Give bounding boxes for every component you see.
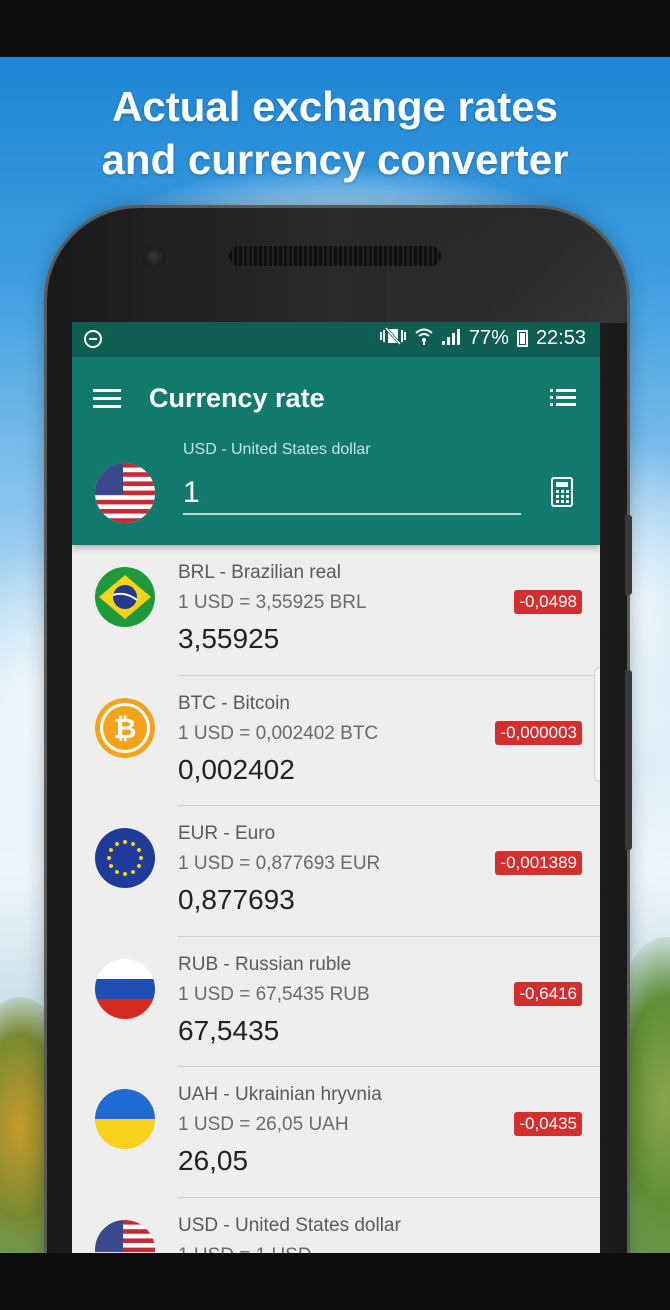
app-screen: 77% 22:53 Currency rate USD - United Sta…	[72, 322, 600, 1253]
front-camera	[143, 246, 165, 268]
app-bar: Currency rate USD - United States dollar	[72, 357, 600, 545]
app-title: Currency rate	[149, 383, 325, 413]
converted-value: 3,55925	[178, 623, 280, 654]
change-badge: -0,6416	[514, 981, 582, 1006]
currency-name: BTC - Bitcoin	[178, 692, 290, 714]
bottom-black-bar	[0, 1253, 670, 1310]
earpiece-speaker	[229, 246, 441, 266]
list-item[interactable]: ₿ BTC - Bitcoin 1 USD = 0,002402 BTC 0,0…	[72, 676, 600, 806]
change-badge: -0,0498	[514, 590, 582, 614]
promo-headline: Actual exchange rates and currency conve…	[0, 80, 670, 186]
bitcoin-icon: ₿	[95, 697, 155, 758]
currency-rate: 1 USD = 67,5435 RUB	[178, 983, 370, 1005]
calculator-icon[interactable]	[551, 477, 573, 507]
power-button	[625, 515, 632, 595]
promo-headline-line2: and currency converter	[101, 136, 569, 183]
currency-name: UAH - Ukrainian hryvnia	[178, 1084, 382, 1105]
converted-value: 0,877693	[178, 884, 295, 915]
amount-input[interactable]	[183, 473, 521, 515]
scroll-handle[interactable]	[594, 667, 600, 782]
signal-icon	[441, 327, 461, 350]
battery-icon	[516, 330, 528, 347]
converted-value: 67,5435	[178, 1014, 280, 1046]
currency-list: BRL - Brazilian real 1 USD = 3,55925 BRL…	[72, 545, 600, 1253]
currency-rate: 1 USD = 1 USD	[178, 1245, 312, 1254]
usa-flag-icon[interactable]	[95, 463, 155, 523]
currency-rate: 1 USD = 0,877693 EUR	[178, 853, 381, 874]
svg-text:₿: ₿	[114, 712, 137, 745]
list-item[interactable]: EUR - Euro 1 USD = 0,877693 EUR 0,877693…	[72, 806, 600, 937]
list-view-icon[interactable]	[550, 389, 578, 409]
brazil-flag-icon	[95, 567, 155, 627]
list-item[interactable]: UAH - Ukrainian hryvnia 1 USD = 26,05 UA…	[72, 1067, 600, 1198]
list-item[interactable]: RUB - Russian ruble 1 USD = 67,5435 RUB …	[72, 937, 600, 1067]
do-not-disturb-icon	[84, 330, 102, 348]
wifi-icon	[415, 327, 433, 350]
status-bar: 77% 22:53	[72, 322, 600, 357]
converted-value: 26,05	[178, 1145, 249, 1176]
usa-flag-icon	[95, 1219, 155, 1253]
list-item[interactable]: BRL - Brazilian real 1 USD = 3,55925 BRL…	[72, 545, 600, 676]
battery-percent: 77%	[468, 327, 509, 349]
hamburger-menu-icon[interactable]	[93, 389, 121, 409]
change-badge: -0,000003	[495, 720, 582, 745]
top-black-bar	[0, 0, 670, 57]
currency-name: RUB - Russian ruble	[178, 953, 352, 975]
ukraine-flag-icon	[95, 1089, 155, 1149]
volume-button	[625, 670, 632, 850]
currency-name: USD - United States dollar	[178, 1214, 401, 1236]
change-badge: -0,001389	[495, 851, 582, 875]
promo-headline-line1: Actual exchange rates	[112, 83, 558, 130]
list-item[interactable]: USD - United States dollar 1 USD = 1 USD…	[72, 1198, 600, 1254]
clock: 22:53	[535, 327, 586, 349]
change-badge: -0,0435	[514, 1112, 582, 1136]
currency-rate: 1 USD = 3,55925 BRL	[178, 592, 367, 613]
vibrate-mute-icon	[379, 327, 407, 350]
currency-rate: 1 USD = 26,05 UAH	[178, 1114, 349, 1135]
base-currency-label: USD - United States dollar	[183, 441, 371, 458]
currency-rate: 1 USD = 0,002402 BTC	[178, 722, 379, 744]
russia-flag-icon	[95, 958, 155, 1019]
converted-value: 0,002402	[178, 753, 295, 785]
eu-flag-icon	[95, 828, 155, 888]
currency-name: BRL - Brazilian real	[178, 562, 341, 583]
currency-name: EUR - Euro	[178, 823, 276, 844]
